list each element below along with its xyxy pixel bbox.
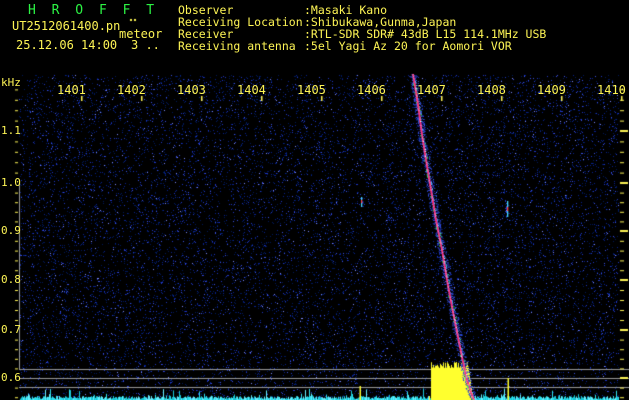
time-tick-label: 1406 (357, 83, 386, 97)
time-tick-label: 1403 (177, 83, 206, 97)
station-info: Observer:Masaki Kano Receiving Location:S… (178, 4, 546, 52)
freq-tick-label: 0.6 (1, 371, 21, 384)
time-tick-label: 1401 (57, 83, 86, 97)
time-tick-label: 1408 (477, 83, 506, 97)
datetime-label: 25.12.06 14:00 (16, 38, 118, 52)
freq-tick-label: 0.8 (1, 273, 21, 286)
freq-tick-label: 1.0 (1, 176, 21, 189)
info-row: Receiving antenna :5el Yagi Az 20 for Aom… (178, 40, 546, 52)
time-tick-label: 1407 (417, 83, 446, 97)
time-tick-label: 1405 (297, 83, 326, 97)
freq-tick-label: 1.1 (1, 124, 21, 137)
file-name: UT2512061400.pn (12, 19, 121, 33)
info-value: :5el Yagi Az 20 for Aomori VOR (304, 39, 512, 53)
freq-unit-label: kHz (1, 76, 21, 89)
time-tick-label: 1404 (237, 83, 266, 97)
time-tick-label: 1402 (117, 83, 146, 97)
info-label: Receiving antenna (178, 39, 296, 53)
app-title: H R O F F T (28, 3, 159, 18)
freq-tick-label: 0.9 (1, 224, 21, 237)
time-tick-label: 1409 (537, 83, 566, 97)
echo-counter: 3 .. (131, 38, 160, 52)
freq-tick-label: 0.7 (1, 323, 21, 336)
hrofft-window: H R O F F T UT2512061400.pn meteor 25.12… (0, 0, 629, 400)
time-tick-label: 1410 (597, 83, 626, 97)
spectrogram-canvas (0, 0, 629, 400)
